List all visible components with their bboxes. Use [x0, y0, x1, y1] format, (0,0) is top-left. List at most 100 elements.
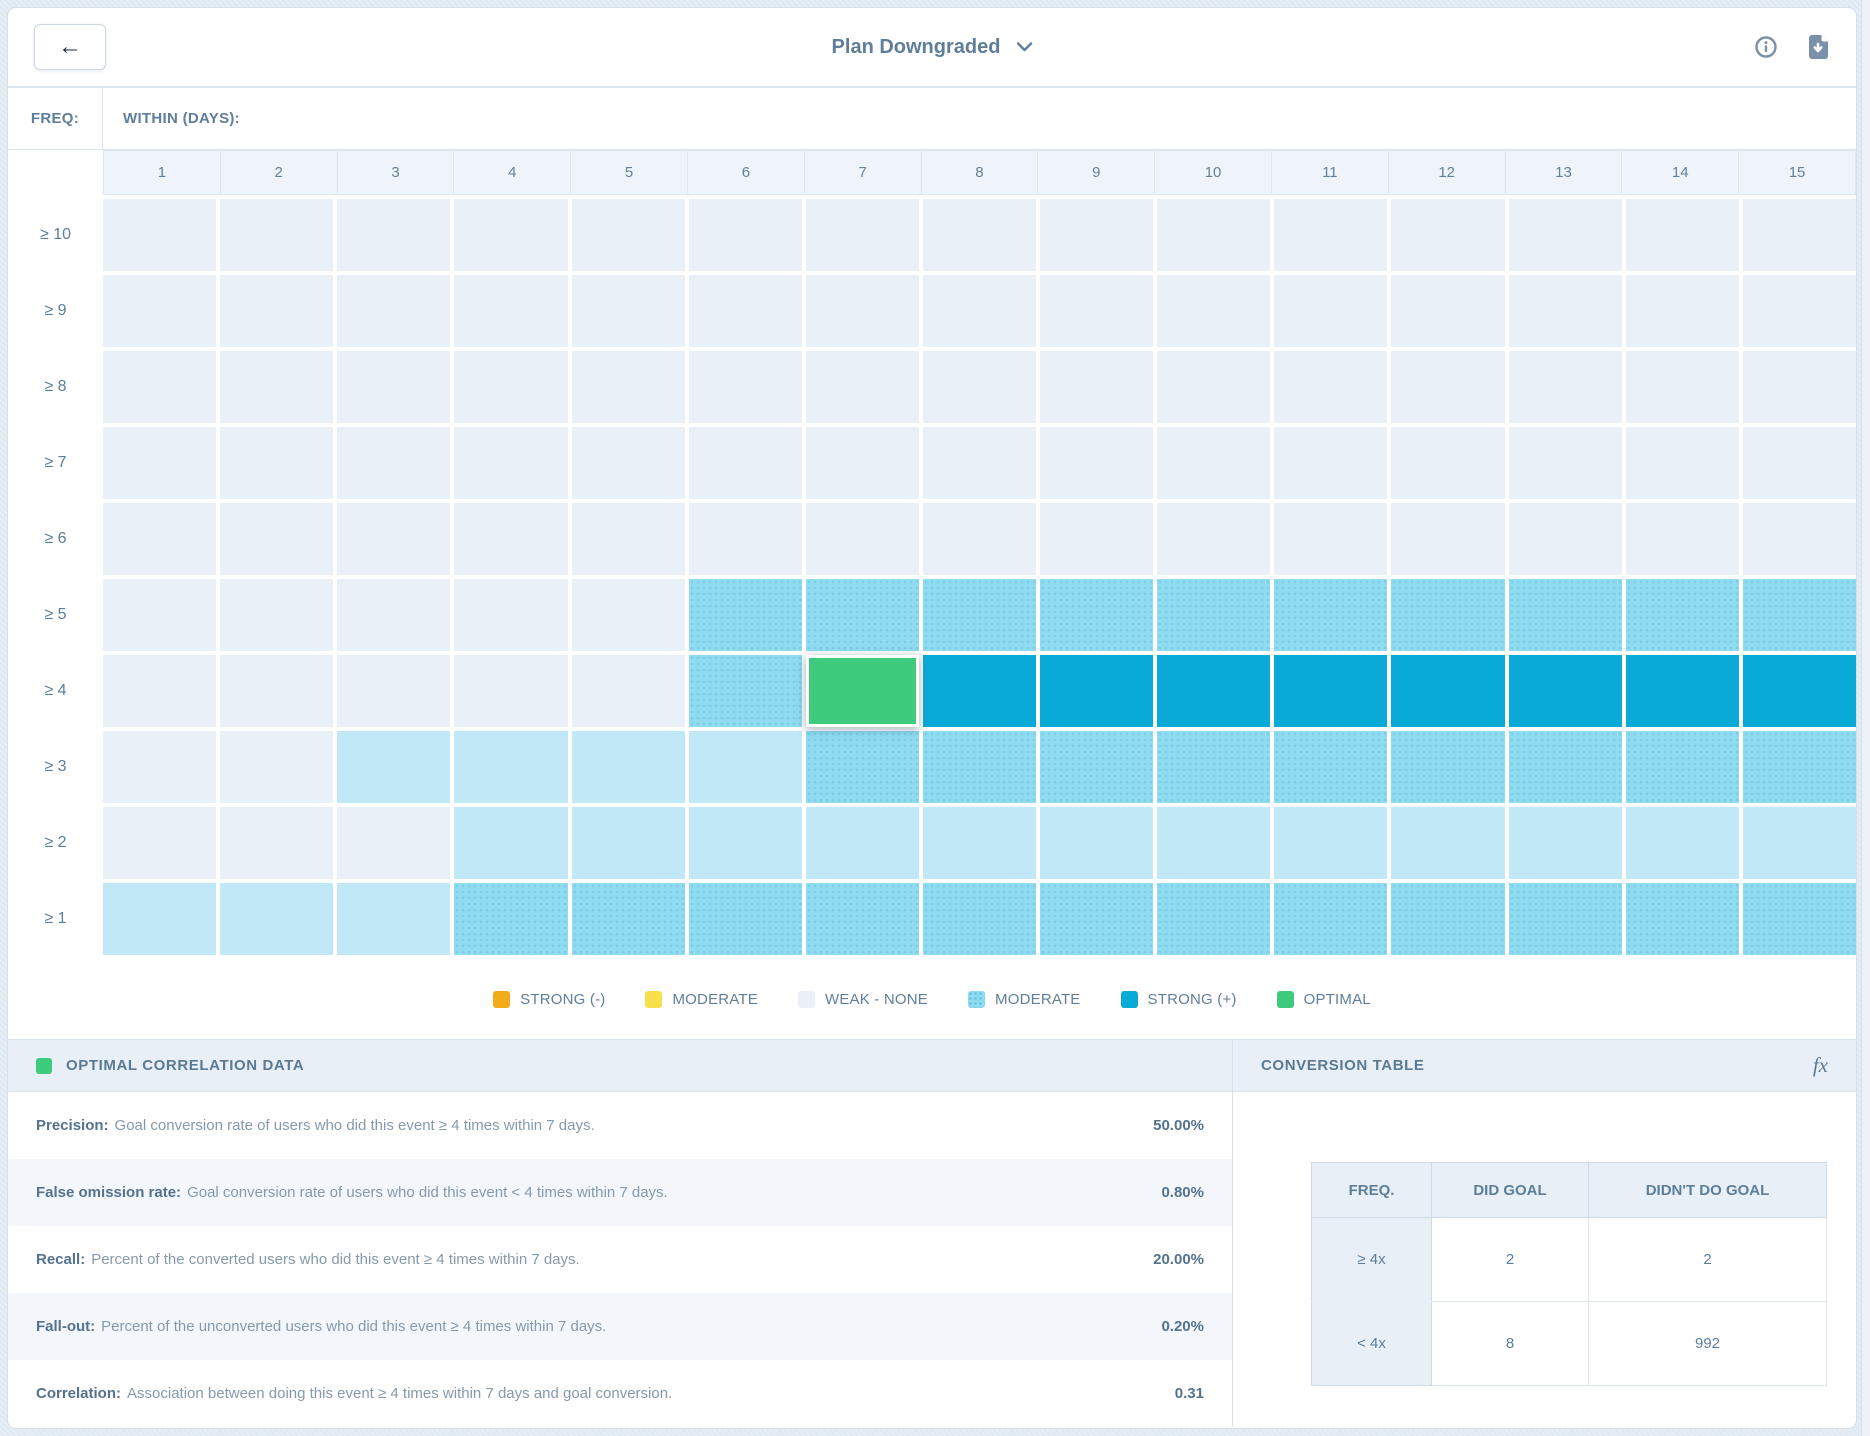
heatmap-cell-weak[interactable]	[1509, 427, 1622, 499]
heatmap-cell-light[interactable]	[572, 731, 685, 803]
heatmap-cell-weak[interactable]	[1626, 427, 1739, 499]
back-button[interactable]: ←	[34, 24, 106, 70]
heatmap-cell-weak[interactable]	[923, 503, 1036, 575]
heatmap-cell-weak[interactable]	[103, 351, 216, 423]
heatmap-cell-weak[interactable]	[923, 427, 1036, 499]
heatmap-cell-weak[interactable]	[1157, 275, 1270, 347]
heatmap-cell-moderate[interactable]	[923, 731, 1036, 803]
heatmap-cell-moderate[interactable]	[689, 655, 802, 727]
heatmap-cell-weak[interactable]	[1509, 503, 1622, 575]
heatmap-cell-weak[interactable]	[806, 503, 919, 575]
heatmap-cell-weak[interactable]	[103, 199, 216, 271]
heatmap-cell-light[interactable]	[923, 807, 1036, 879]
heatmap-cell-moderate[interactable]	[1509, 731, 1622, 803]
heatmap-cell-weak[interactable]	[103, 655, 216, 727]
heatmap-cell-light[interactable]	[1274, 807, 1387, 879]
heatmap-cell-moderate[interactable]	[1391, 579, 1504, 651]
heatmap-cell-moderate[interactable]	[454, 883, 567, 955]
page-scrollbar-strip[interactable]	[1861, 0, 1870, 1436]
heatmap-cell-weak[interactable]	[689, 275, 802, 347]
heatmap-cell-weak[interactable]	[103, 579, 216, 651]
heatmap-cell-moderate[interactable]	[806, 883, 919, 955]
heatmap-cell-weak[interactable]	[1040, 199, 1153, 271]
heatmap-cell-weak[interactable]	[1509, 275, 1622, 347]
heatmap-cell-weak[interactable]	[572, 427, 685, 499]
heatmap-cell-light[interactable]	[454, 807, 567, 879]
heatmap-cell-moderate[interactable]	[1391, 883, 1504, 955]
heatmap-cell-moderate[interactable]	[1274, 731, 1387, 803]
heatmap-cell-light[interactable]	[1391, 807, 1504, 879]
heatmap-cell-light[interactable]	[1509, 807, 1622, 879]
heatmap-cell-weak[interactable]	[454, 351, 567, 423]
heatmap-cell-light[interactable]	[572, 807, 685, 879]
heatmap-cell-weak[interactable]	[689, 199, 802, 271]
heatmap-cell-weak[interactable]	[1040, 275, 1153, 347]
heatmap-cell-weak[interactable]	[806, 351, 919, 423]
heatmap-cell-weak[interactable]	[923, 199, 1036, 271]
heatmap-cell-weak[interactable]	[1391, 275, 1504, 347]
heatmap-cell-weak[interactable]	[1274, 503, 1387, 575]
heatmap-cell-moderate[interactable]	[1743, 579, 1856, 651]
heatmap-cell-weak[interactable]	[806, 427, 919, 499]
heatmap-cell-light[interactable]	[103, 883, 216, 955]
heatmap-cell-weak[interactable]	[103, 275, 216, 347]
heatmap-cell-weak[interactable]	[337, 275, 450, 347]
heatmap-cell-weak[interactable]	[572, 579, 685, 651]
heatmap-cell-strong[interactable]	[1157, 655, 1270, 727]
heatmap-cell-weak[interactable]	[806, 199, 919, 271]
heatmap-cell-weak[interactable]	[1626, 503, 1739, 575]
heatmap-cell-moderate[interactable]	[1743, 883, 1856, 955]
heatmap-cell-weak[interactable]	[1509, 351, 1622, 423]
heatmap-cell-light[interactable]	[1743, 807, 1856, 879]
heatmap-cell-moderate[interactable]	[689, 883, 802, 955]
heatmap-cell-weak[interactable]	[103, 807, 216, 879]
heatmap-cell-moderate[interactable]	[1157, 579, 1270, 651]
heatmap-cell-weak[interactable]	[1274, 427, 1387, 499]
heatmap-cell-weak[interactable]	[220, 199, 333, 271]
heatmap-cell-weak[interactable]	[454, 655, 567, 727]
heatmap-cell-weak[interactable]	[103, 503, 216, 575]
heatmap-cell-weak[interactable]	[454, 275, 567, 347]
heatmap-cell-strong[interactable]	[1040, 655, 1153, 727]
heatmap-cell-weak[interactable]	[1157, 351, 1270, 423]
heatmap-cell-weak[interactable]	[337, 655, 450, 727]
heatmap-cell-strong[interactable]	[1626, 655, 1739, 727]
heatmap-cell-weak[interactable]	[1391, 351, 1504, 423]
heatmap-cell-weak[interactable]	[1274, 351, 1387, 423]
heatmap-cell-weak[interactable]	[103, 427, 216, 499]
heatmap-cell-weak[interactable]	[1626, 199, 1739, 271]
heatmap-cell-light[interactable]	[689, 807, 802, 879]
heatmap-cell-strong[interactable]	[1391, 655, 1504, 727]
heatmap-cell-weak[interactable]	[1157, 427, 1270, 499]
info-icon[interactable]	[1754, 35, 1778, 59]
heatmap-cell-strong[interactable]	[923, 655, 1036, 727]
heatmap-cell-weak[interactable]	[1274, 199, 1387, 271]
heatmap-cell-weak[interactable]	[454, 579, 567, 651]
download-export-icon[interactable]	[1806, 34, 1830, 60]
heatmap-cell-weak[interactable]	[337, 427, 450, 499]
heatmap-cell-moderate[interactable]	[1274, 883, 1387, 955]
heatmap-cell-moderate[interactable]	[923, 883, 1036, 955]
heatmap-cell-moderate[interactable]	[923, 579, 1036, 651]
heatmap-cell-moderate[interactable]	[806, 731, 919, 803]
heatmap-cell-weak[interactable]	[220, 351, 333, 423]
heatmap-cell-moderate[interactable]	[1157, 883, 1270, 955]
heatmap-cell-weak[interactable]	[1743, 351, 1856, 423]
heatmap-cell-weak[interactable]	[1157, 503, 1270, 575]
heatmap-cell-light[interactable]	[1040, 807, 1153, 879]
heatmap-cell-light[interactable]	[1157, 807, 1270, 879]
heatmap-cell-weak[interactable]	[1274, 275, 1387, 347]
heatmap-cell-moderate[interactable]	[1040, 883, 1153, 955]
heatmap-cell-weak[interactable]	[1743, 199, 1856, 271]
event-title-dropdown[interactable]: Plan Downgraded	[832, 36, 1033, 59]
heatmap-cell-strong[interactable]	[1274, 655, 1387, 727]
heatmap-cell-weak[interactable]	[923, 351, 1036, 423]
heatmap-cell-weak[interactable]	[1391, 427, 1504, 499]
heatmap-cell-weak[interactable]	[1743, 503, 1856, 575]
heatmap-cell-light[interactable]	[1626, 807, 1739, 879]
heatmap-cell-weak[interactable]	[220, 427, 333, 499]
heatmap-cell-moderate[interactable]	[1040, 579, 1153, 651]
heatmap-cell-weak[interactable]	[689, 427, 802, 499]
heatmap-cell-weak[interactable]	[1040, 427, 1153, 499]
heatmap-cell-moderate[interactable]	[689, 579, 802, 651]
